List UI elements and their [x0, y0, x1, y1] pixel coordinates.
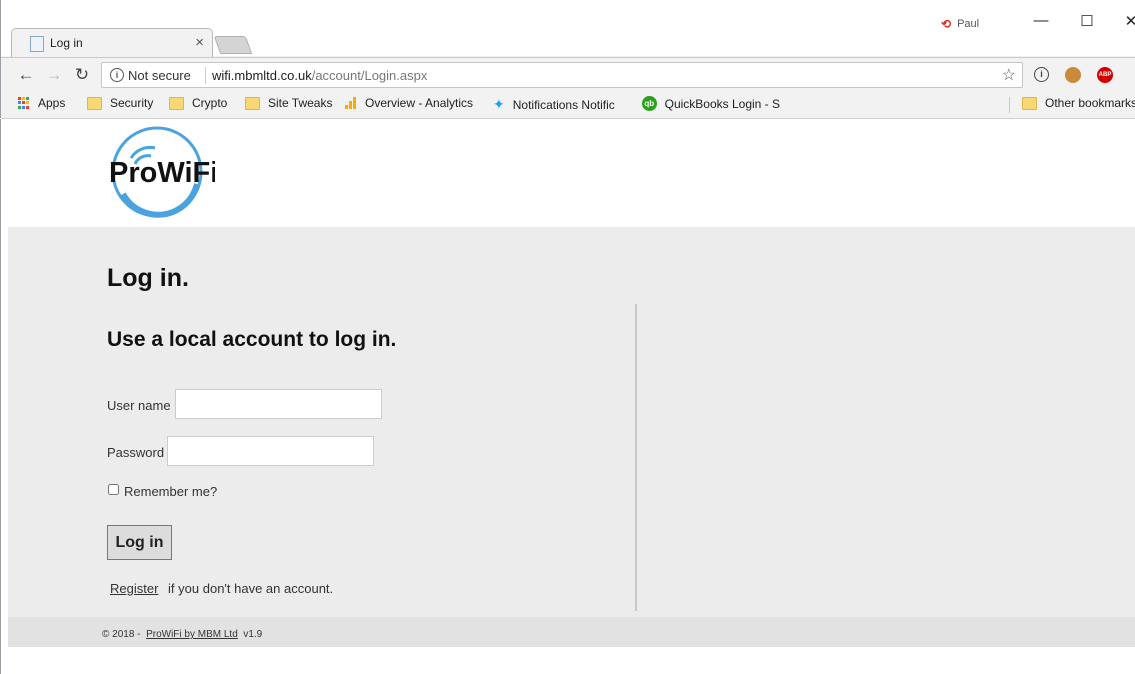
bookmark-label: Site Tweaks: [268, 96, 333, 110]
bookmark-apps[interactable]: Apps: [18, 96, 65, 110]
remember-checkbox[interactable]: [108, 484, 119, 495]
bookmark-label: Apps: [38, 96, 66, 110]
password-manager-icon[interactable]: i: [1034, 67, 1049, 82]
url-host: wifi.mbmltd.co.uk: [212, 68, 312, 83]
new-tab-button[interactable]: [213, 36, 253, 54]
bookmark-label: Crypto: [192, 96, 228, 110]
bookmark-site-tweaks[interactable]: Site Tweaks: [245, 96, 332, 110]
address-bar[interactable]: i Not secure wifi.mbmltd.co.uk/account/L…: [101, 62, 1023, 88]
login-section: Log in. Use a local account to log in. U…: [8, 227, 1135, 617]
toolbar: ← → ↻ i Not secure wifi.mbmltd.co.uk/acc…: [1, 57, 1135, 92]
site-header: ProWiFi: [1, 119, 1135, 227]
page-icon: [30, 36, 44, 52]
bookmark-label: Other bookmarks: [1045, 96, 1135, 110]
profile-button[interactable]: ⟲ Paul: [941, 17, 979, 31]
security-status[interactable]: Not secure: [128, 68, 191, 83]
register-text: if you don't have an account.: [168, 581, 334, 596]
column-divider: [635, 304, 637, 611]
profile-name: Paul: [957, 18, 980, 30]
back-button[interactable]: ←: [15, 65, 37, 85]
twitter-icon: ✦: [493, 96, 505, 112]
reload-button[interactable]: ↻: [71, 65, 93, 85]
maximize-button[interactable]: ☐: [1064, 12, 1110, 30]
bookmarks-divider: [1009, 97, 1010, 113]
cookie-icon[interactable]: [1065, 67, 1081, 83]
bookmark-label: Security: [110, 96, 154, 110]
folder-icon: [245, 96, 260, 110]
tab-login[interactable]: Log in ×: [11, 28, 213, 58]
footer-text: © 2018 - ProWiFi by MBM Ltd v1.9: [102, 629, 262, 640]
adblock-icon[interactable]: ABP: [1097, 67, 1113, 83]
info-icon[interactable]: i: [110, 68, 124, 82]
register-link[interactable]: Register: [110, 581, 158, 596]
bookmark-notifications[interactable]: ✦ Notifications Notific: [493, 96, 615, 113]
page-title: Log in.: [107, 264, 189, 292]
bookmark-quickbooks[interactable]: qb QuickBooks Login - S: [642, 96, 780, 111]
footer-link[interactable]: ProWiFi by MBM Ltd: [146, 629, 238, 640]
bookmark-label: Overview - Analytics: [365, 96, 474, 110]
url-separator: [205, 67, 206, 84]
copyright-text: © 2018 -: [102, 629, 141, 640]
folder-icon: [169, 96, 184, 110]
browser-chrome: Log in × ⟲ Paul — ☐ ✕ ← → ↻ i Not secure…: [0, 0, 1135, 119]
bookmark-crypto[interactable]: Crypto: [169, 96, 227, 110]
login-button[interactable]: Log in: [107, 525, 172, 560]
close-icon[interactable]: ×: [195, 34, 204, 51]
minimize-button[interactable]: —: [1018, 12, 1064, 29]
folder-icon: [87, 96, 102, 110]
register-row: Register if you don't have an account.: [110, 581, 333, 596]
url-text[interactable]: wifi.mbmltd.co.uk/account/Login.aspx: [212, 68, 427, 83]
logo[interactable]: ProWiFi: [105, 122, 218, 226]
bookmark-analytics[interactable]: Overview - Analytics: [345, 96, 473, 110]
version-text: v1.9: [243, 629, 263, 640]
tab-title: Log in: [50, 36, 83, 50]
remember-label: Remember me?: [124, 484, 218, 499]
apps-icon: [18, 97, 30, 109]
sync-icon: ⟲: [941, 17, 952, 31]
page-content: ProWiFi Log in. Use a local account to l…: [0, 119, 1135, 674]
logo-text: ProWiFi: [109, 157, 215, 189]
footer: © 2018 - ProWiFi by MBM Ltd v1.9: [8, 617, 1135, 647]
section-subtitle: Use a local account to log in.: [107, 328, 397, 351]
url-path: /account/Login.aspx: [311, 68, 428, 83]
star-icon[interactable]: ☆: [1002, 65, 1016, 85]
username-label: User name: [107, 398, 171, 413]
window-close-button[interactable]: ✕: [1108, 12, 1135, 30]
analytics-icon: [345, 97, 357, 109]
title-bar: Log in × ⟲ Paul — ☐ ✕: [1, 0, 1135, 58]
bookmark-label: QuickBooks Login - S: [664, 96, 780, 111]
password-label: Password: [107, 445, 165, 460]
bookmark-other[interactable]: Other bookmarks: [1022, 96, 1135, 110]
logo-graphic: ProWiFi: [109, 126, 218, 218]
quickbooks-icon: qb: [642, 96, 657, 111]
bookmark-label: Notifications Notific: [512, 97, 615, 112]
bookmark-security[interactable]: Security: [87, 96, 153, 110]
forward-button[interactable]: →: [43, 65, 65, 85]
bookmarks-bar: Apps Security Crypto Site Tweaks Overvie…: [1, 91, 1135, 119]
username-input[interactable]: [175, 389, 382, 419]
password-input[interactable]: [167, 436, 374, 466]
folder-icon: [1022, 96, 1037, 110]
